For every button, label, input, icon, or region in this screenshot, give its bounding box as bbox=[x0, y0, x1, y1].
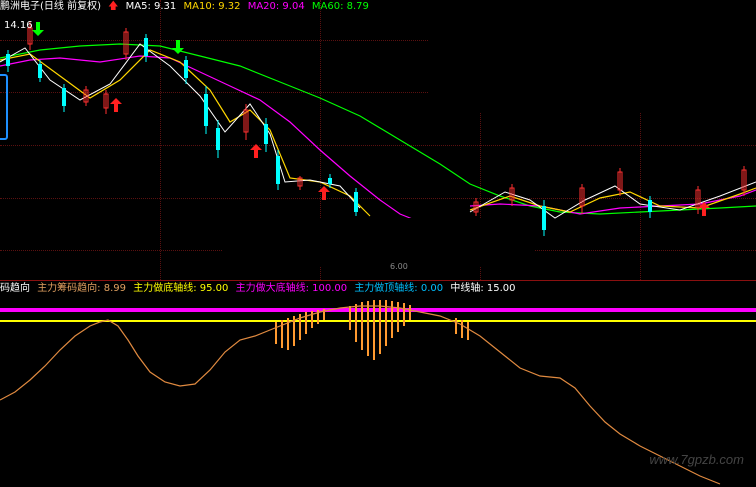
legend-mid-axis: 中线轴: 15.00 bbox=[450, 283, 516, 294]
indicator-legend: 码趋向 主力筹码趋向: 8.99 主力做底轴线: 95.00 主力做大底轴线: … bbox=[0, 282, 520, 296]
low-price-label: 6.00 bbox=[390, 262, 408, 271]
legend-bottom-axis: 主力做底轴线: 95.00 bbox=[133, 283, 229, 294]
black-mask-top bbox=[428, 0, 756, 112]
stock-title: 鹏洲电子(日线 前复权) bbox=[0, 1, 101, 12]
ma10-label: MA10: 9.32 bbox=[183, 1, 241, 12]
legend-chip-trend: 主力筹码趋向: 8.99 bbox=[37, 283, 127, 294]
ma5-label: MA5: 9.31 bbox=[125, 1, 177, 12]
chip-trend-line bbox=[0, 305, 721, 485]
legend-top-axis: 主力做顶轴线: 0.00 bbox=[354, 283, 444, 294]
ma20-label: MA20: 9.04 bbox=[247, 1, 305, 12]
ma60-label: MA60: 8.79 bbox=[311, 1, 369, 12]
side-panel-handle[interactable] bbox=[0, 74, 8, 140]
ma5-arrow-icon: 🡅 bbox=[108, 1, 119, 12]
high-price-label: 14.16 bbox=[4, 20, 33, 31]
black-mask-middle bbox=[222, 218, 534, 266]
main-chart-legend: 鹏洲电子(日线 前复权) 🡅 MA5: 9.31 MA10: 9.32 MA20… bbox=[0, 0, 373, 14]
legend-big-bottom-axis: 主力做大底轴线: 100.00 bbox=[235, 283, 348, 294]
indicator-chart[interactable] bbox=[0, 296, 756, 487]
panel-separator bbox=[0, 280, 756, 281]
watermark: www.7gpzb.com bbox=[649, 452, 744, 467]
buy-signal-arrows bbox=[110, 98, 710, 216]
big-bottom-axis-line bbox=[0, 308, 756, 312]
indicator-name: 码趋向 bbox=[0, 283, 30, 294]
